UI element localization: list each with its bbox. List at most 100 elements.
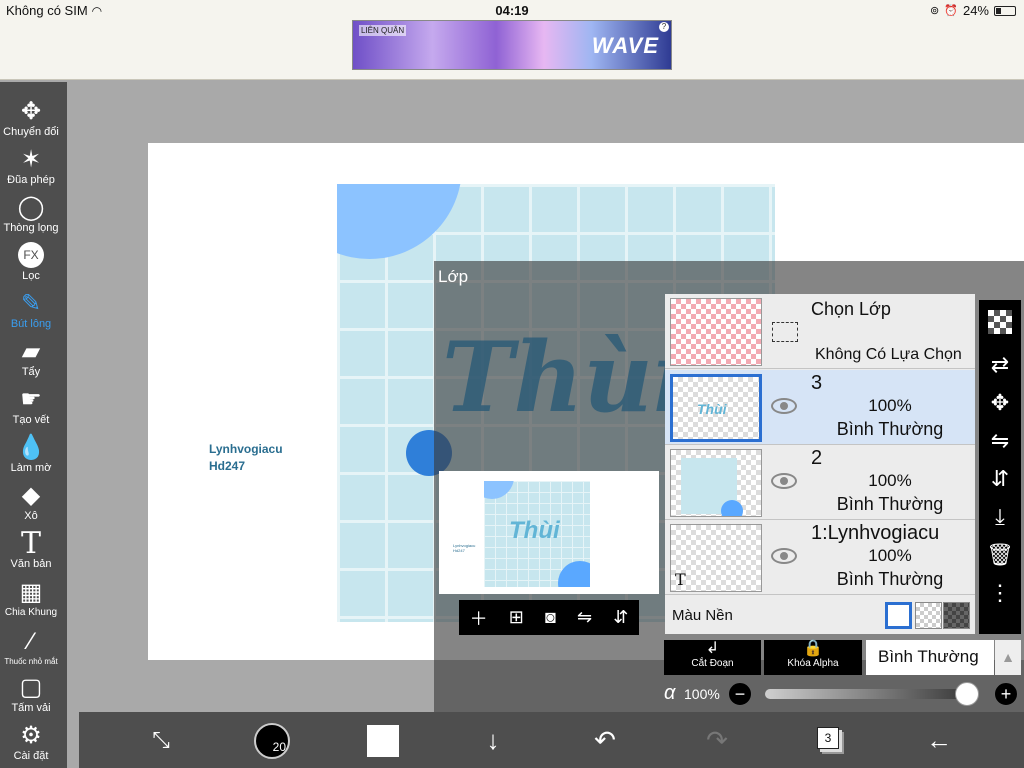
blend-mode-select[interactable]: Bình Thường	[866, 640, 994, 675]
blur-drop-icon: 💧	[16, 433, 46, 461]
alpha-symbol: α	[664, 682, 676, 704]
checker-icon[interactable]	[988, 310, 1012, 334]
alpha-decrease-button[interactable]: −	[728, 682, 752, 706]
blend-mode-arrow-icon[interactable]: ▲	[995, 640, 1021, 675]
artwork-text: Thùi	[442, 321, 690, 434]
tool-text[interactable]: T Văn bản	[0, 522, 62, 571]
clip-button[interactable]: ↲ Cắt Đoạn	[664, 640, 761, 675]
selection-icon	[772, 322, 798, 342]
fx-glyph: FX	[18, 242, 44, 268]
bottom-toolbar: ⤡ 20 ↓ ↶ ↷ 3 ←	[79, 712, 1024, 768]
layer-thumb	[670, 449, 762, 517]
preview-text: Thùi	[509, 517, 560, 544]
redo-icon[interactable]: ↷	[699, 722, 735, 758]
brush-size-button[interactable]: 20	[254, 723, 290, 759]
layer-opacity: 100%	[868, 396, 912, 415]
ad-wave-logo: WAVE	[591, 33, 659, 58]
move-icon[interactable]: ✥	[983, 386, 1017, 420]
canvas-watermark: Lynhvogiacu Hd247	[209, 441, 283, 475]
layer-blend: Bình Thường	[836, 569, 944, 589]
lock-icon: 🔒	[803, 640, 823, 657]
trash-icon[interactable]: 🗑	[983, 538, 1017, 572]
brush-eraser-swap-icon[interactable]: ⤡	[141, 722, 181, 758]
tool-settings[interactable]: ⚙ Cài đặt	[0, 714, 62, 763]
background-white-swatch[interactable]	[885, 602, 912, 629]
status-bar: Không có SIM ◠ 04:19 ⊚ ⏰ 24% LIÊN QUÂN W…	[0, 0, 1024, 80]
tool-brush[interactable]: ✎ Bút lông	[0, 282, 62, 331]
tool-label: Thòng lọng	[3, 222, 59, 234]
tool-label: Chia Khung	[4, 607, 58, 618]
tool-smudge[interactable]: ☛ Tạo vết	[0, 378, 62, 427]
alpha-increase-button[interactable]: +	[994, 682, 1018, 706]
layer-opacity: 100%	[868, 471, 912, 490]
frame-divider-icon: ▦	[19, 578, 43, 606]
tool-frame-divider[interactable]: ▦ Chia Khung	[0, 570, 62, 619]
selection-layer-row[interactable]: Chọn Lớp Không Có Lựa Chọn	[665, 294, 975, 369]
flip-horizontal-icon[interactable]: ⇋	[577, 607, 592, 628]
layer-list: Chọn Lớp Không Có Lựa Chọn Thùi 3 100% B…	[665, 294, 975, 634]
layer-row[interactable]: Thùi 3 100% Bình Thường	[665, 370, 975, 445]
layer-side-toolbar: ⇄ ✥ ⇋ ⇵ ⤓ 🗑 ⋮	[979, 300, 1021, 634]
battery-percent: 24%	[962, 3, 989, 18]
bucket-icon: ◆	[21, 481, 41, 509]
back-arrow-icon[interactable]: ←	[921, 722, 957, 758]
transfer-icon[interactable]: ⇄	[983, 348, 1017, 382]
clip-arrow-icon: ↲	[705, 640, 720, 657]
tool-transform[interactable]: ✥ Chuyển đổi	[0, 90, 62, 139]
battery-icon	[994, 5, 1016, 16]
color-picker-button[interactable]	[367, 725, 399, 757]
tool-eyedropper[interactable]: ⁄ Thuốc nhỏ mắt	[0, 618, 62, 666]
undo-icon[interactable]: ↶	[587, 722, 623, 758]
layer-row[interactable]: 2 100% Bình Thường	[665, 445, 975, 520]
tool-label: Chuyển đổi	[3, 126, 59, 138]
add-layer-icon[interactable]: ＋	[470, 605, 488, 631]
eye-icon[interactable]	[771, 398, 797, 414]
add-copy-icon[interactable]: ⊞	[509, 607, 524, 628]
background-dark-swatch[interactable]	[943, 602, 970, 629]
tool-blur[interactable]: 💧 Làm mờ	[0, 426, 62, 475]
artwork-circle	[337, 184, 462, 259]
gear-icon: ⚙	[20, 721, 42, 749]
arrow-down-icon[interactable]: ↓	[475, 722, 511, 758]
layer-thumb: Thùi	[670, 374, 762, 442]
flip-v-icon[interactable]: ⇵	[983, 462, 1017, 496]
text-icon: T	[20, 525, 41, 561]
eye-icon[interactable]	[771, 548, 797, 564]
alpha-slider-knob[interactable]	[955, 682, 979, 706]
layer-row[interactable]: T 1:Lynhvogiacu 100% Bình Thường	[665, 520, 975, 595]
tool-lasso[interactable]: ◯ Thòng lọng	[0, 186, 62, 235]
tool-label: Lọc	[22, 270, 40, 282]
alpha-lock-button[interactable]: 🔒 Khóa Alpha	[764, 640, 862, 675]
flip-vertical-icon[interactable]: ⇵	[613, 607, 628, 628]
preview-artwork: Thùi	[484, 481, 590, 587]
tool-label: Xô	[24, 510, 38, 522]
background-transparent-swatch[interactable]	[915, 602, 942, 629]
tool-eraser[interactable]: ▰ Tẩy	[0, 330, 62, 379]
flip-h-icon[interactable]: ⇋	[983, 424, 1017, 458]
selection-thumb	[670, 298, 762, 366]
more-icon[interactable]: ⋮	[983, 576, 1017, 610]
layers-button[interactable]: 3	[817, 727, 839, 749]
tool-filter[interactable]: FX Lọc	[0, 234, 62, 282]
background-color-row: Màu Nền	[665, 597, 975, 634]
merge-down-icon[interactable]: ⤓	[983, 500, 1017, 534]
camera-icon[interactable]: ◙	[545, 607, 556, 628]
preview-circle	[558, 561, 590, 587]
alpha-slider[interactable]	[765, 689, 967, 699]
layer-preview: Thùi Lynhvogiacu Hd247	[439, 471, 659, 594]
layer-thumb: T	[670, 524, 762, 592]
alpha-lock-label: Khóa Alpha	[787, 658, 839, 669]
tool-magic-wand[interactable]: ✶ Đũa phép	[0, 138, 62, 187]
eye-icon[interactable]	[771, 473, 797, 489]
watermark-line: Lynhvogiacu	[209, 442, 283, 456]
ad-banner[interactable]: LIÊN QUÂN WAVE ?	[352, 20, 672, 70]
lasso-icon: ◯	[17, 193, 45, 221]
tool-label: Đũa phép	[7, 174, 55, 186]
ad-info-icon[interactable]: ?	[659, 22, 669, 32]
tool-label: Bút lông	[10, 318, 52, 330]
layer-panel-title: Lớp	[438, 267, 469, 286]
tool-bucket[interactable]: ◆ Xô	[0, 474, 62, 523]
move-arrows-icon: ✥	[20, 97, 42, 125]
tool-canvas[interactable]: ▢ Tấm vải	[0, 666, 62, 715]
alarm-icon: ⏰	[944, 5, 958, 17]
